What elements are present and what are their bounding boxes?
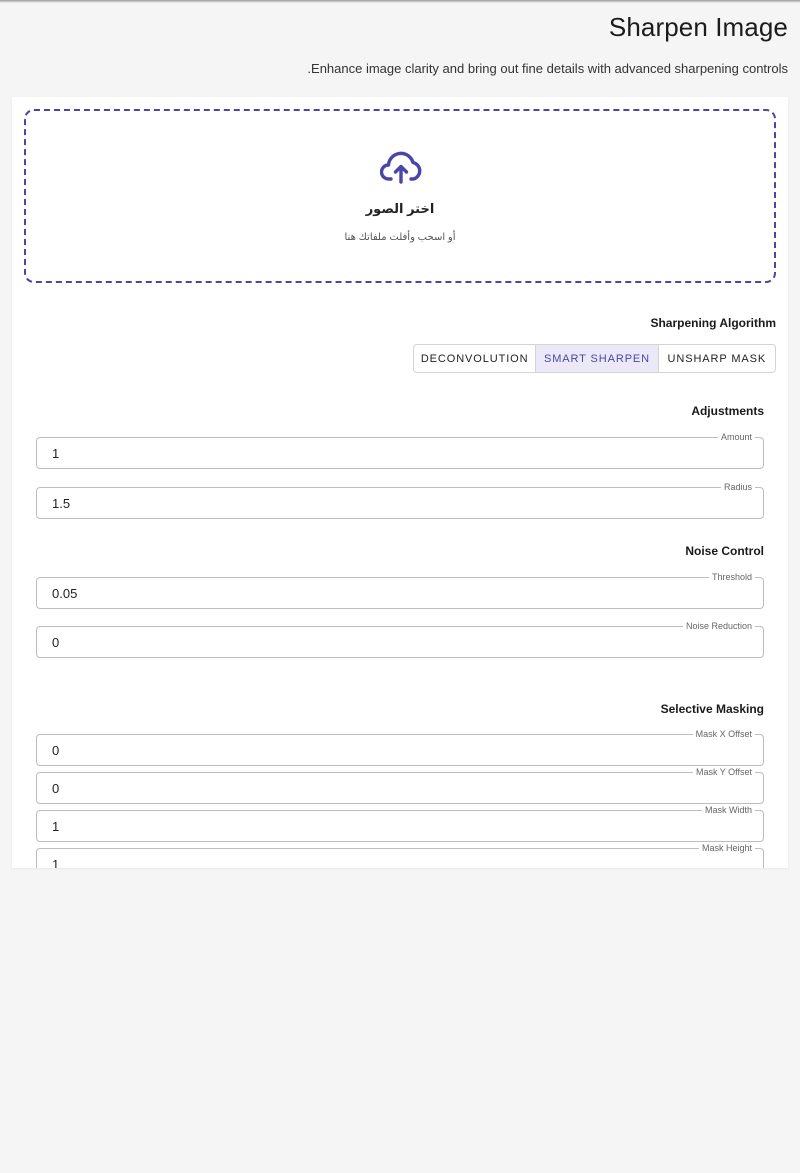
noise-reduction-field: Noise Reduction [36,620,764,658]
threshold-field: Threshold [36,571,764,609]
page-title: Sharpen Image [608,12,788,42]
algorithm-label: Sharpening Algorithm [650,316,776,330]
page-subtitle: Enhance image clarity and bring out fine… [307,61,788,76]
radius-field: Radius [36,481,764,519]
settings-card: اختر الصور أو اسحب وأفلت ملفاتك هنا Shar… [12,97,788,868]
radius-input[interactable] [52,488,742,518]
unsharp-mask-button[interactable]: UNSHARP MASK [659,345,775,372]
mask-y-offset-field: Mask Y Offset [36,766,764,804]
image-dropzone[interactable]: اختر الصور أو اسحب وأفلت ملفاتك هنا [24,109,776,283]
mask-x-offset-field: Mask X Offset [36,728,764,766]
dropzone-hint: أو اسحب وأفلت ملفاتك هنا [344,232,456,243]
threshold-input[interactable] [52,578,742,608]
mask-x-offset-input[interactable] [52,735,742,765]
mask-y-offset-input[interactable] [52,773,742,803]
smart-sharpen-button[interactable]: SMART SHARPEN [536,345,659,372]
mask-height-field: Mask Height [36,842,764,868]
algorithm-toggle-group: DECONVOLUTION SMART SHARPEN UNSHARP MASK [413,344,776,373]
selective-masking-label: Selective Masking [660,702,764,716]
dropzone-title: اختر الصور [365,201,435,216]
amount-input[interactable] [52,438,742,468]
adjustments-label: Adjustments [691,404,764,418]
mask-width-input[interactable] [52,811,742,841]
noise-reduction-input[interactable] [52,627,742,657]
amount-field: Amount [36,431,764,469]
mask-width-field: Mask Width [36,804,764,842]
mask-height-input[interactable] [52,849,742,868]
cloud-upload-icon [380,151,422,184]
top-shadow [0,0,800,3]
noise-control-label: Noise Control [685,544,764,558]
deconvolution-button[interactable]: DECONVOLUTION [414,345,537,372]
